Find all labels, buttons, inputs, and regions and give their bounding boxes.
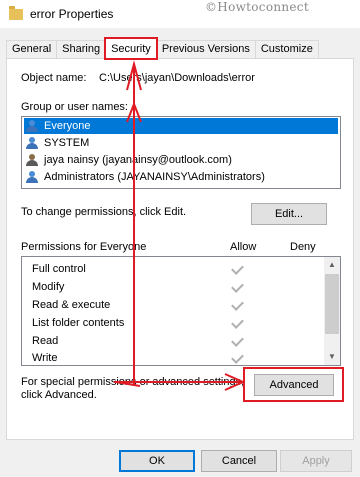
permission-row-list-folder-contents: List folder contents [22,314,325,332]
title-bar: error Properties ©Howtoconnect [0,0,360,28]
permission-name: Write [32,352,58,364]
permission-row-full-control: Full control [22,260,325,278]
annotation-arrow-line [114,381,245,383]
object-name-label: Object name: [21,72,87,84]
advanced-highlight-box [243,367,344,402]
permission-name: List folder contents [32,317,125,329]
user-name: jaya nainsy (jayanainsy@outlook.com) [44,154,232,166]
allow-check-icon [232,317,244,327]
allow-check-icon [232,352,244,362]
permission-row-read-execute: Read & execute [22,296,325,314]
folder-icon [9,6,23,20]
permission-name: Read [32,335,59,347]
object-name-value: C:\Users\jayan\Downloads\error [99,72,255,84]
allow-check-icon [232,299,244,309]
user-icon [26,154,40,166]
permission-name: Read & execute [32,299,111,311]
user-list[interactable]: Everyone SYSTEM jaya nainsy (jayanainsy@… [21,116,341,189]
change-permissions-text: To change permissions, click Edit. [21,206,187,218]
permission-name: Modify [32,281,65,293]
permission-row-modify: Modify [22,278,325,296]
list-item-system[interactable]: SYSTEM [24,135,338,151]
permissions-scrollbar[interactable]: ▲ ▼ [324,257,340,365]
scroll-down-arrow-icon[interactable]: ▼ [324,349,340,365]
cancel-button[interactable]: Cancel [201,450,277,472]
permissions-for-label: Permissions for Everyone [21,241,147,253]
tab-security[interactable]: Security [104,37,158,60]
scroll-thumb[interactable] [325,274,339,334]
user-name: SYSTEM [44,137,90,149]
deny-header: Deny [290,241,316,253]
annotation-arrow-line [133,64,135,386]
tab-general[interactable]: General [6,40,58,59]
user-name: Everyone [44,120,91,132]
tab-customize[interactable]: Customize [254,40,319,59]
permission-name: Full control [32,263,86,275]
window-title: error Properties [30,7,114,21]
edit-button[interactable]: Edit... [251,203,327,225]
scroll-up-arrow-icon[interactable]: ▲ [324,257,340,273]
user-name: Administrators (JAYANAINSY\Administrator… [44,171,265,183]
tab-previous-versions[interactable]: Previous Versions [155,40,256,59]
allow-header: Allow [230,241,257,253]
watermark: ©Howtoconnect [205,0,309,14]
permission-row-write: Write [22,349,325,367]
allow-check-icon [232,281,244,291]
ok-button[interactable]: OK [119,450,195,472]
list-item-administrators[interactable]: Administrators (JAYANAINSY\Administrator… [24,169,338,185]
click-advanced-text: click Advanced. [21,389,97,401]
group-or-user-names-label: Group or user names: [21,101,128,113]
apply-button: Apply [280,450,352,472]
permissions-list: Full control Modify Read & execute List … [21,256,341,366]
list-item-jaya-nainsy[interactable]: jaya nainsy (jayanainsy@outlook.com) [24,152,338,168]
users-group-icon [26,137,40,149]
allow-check-icon [232,335,244,345]
users-group-icon [26,120,40,132]
tab-bar: General Sharing Security Previous Versio… [6,37,319,60]
users-group-icon [26,171,40,183]
tab-sharing[interactable]: Sharing [56,40,107,59]
allow-check-icon [232,263,244,273]
permission-row-read: Read [22,332,325,350]
list-item-everyone[interactable]: Everyone [24,118,338,134]
